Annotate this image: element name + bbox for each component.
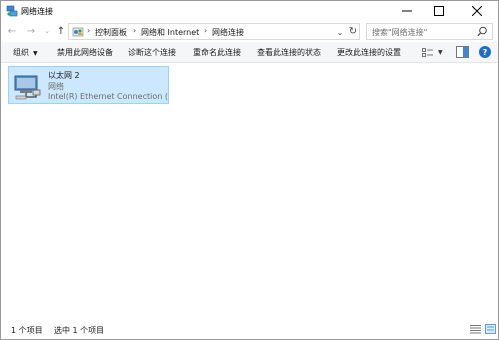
title-bar[interactable]: 网络连接 <box>1 1 498 21</box>
ethernet-adapter-icon <box>14 75 41 100</box>
chevron-down-icon: ⌄ <box>44 27 50 35</box>
search-placeholder: 搜索"网络连接" <box>372 28 428 37</box>
view-options-icon <box>422 47 433 57</box>
up-button[interactable]: ↑ <box>55 24 67 38</box>
connection-adapter: Intel(R) Ethernet Connection (7... <box>48 92 168 101</box>
list-item[interactable]: 以太网 2 网络 Intel(R) Ethernet Connection (7… <box>8 66 169 104</box>
help-icon: ? <box>482 47 488 57</box>
search-icon <box>477 26 487 37</box>
close-button[interactable] <box>456 1 498 21</box>
arrow-up-icon: ↑ <box>56 25 66 37</box>
breadcrumb-network-connections[interactable]: 网络连接 <box>212 27 244 38</box>
help-button[interactable]: ? <box>479 46 491 58</box>
view-status-button[interactable]: 查看此连接的状态 <box>257 47 321 58</box>
close-icon <box>472 6 482 16</box>
command-bar: 组织 ▼ 禁用此网络设备 诊断这个连接 重命名此连接 查看此连接的状态 更改此连接… <box>1 42 498 63</box>
back-button[interactable]: ← <box>6 24 18 38</box>
change-settings-button[interactable]: 更改此连接的设置 <box>337 47 401 58</box>
network-connections-icon <box>6 5 18 17</box>
diagnose-button[interactable]: 诊断这个连接 <box>128 47 176 58</box>
chevron-down-icon: ⌄ <box>336 27 344 37</box>
connection-status: 网络 <box>48 82 64 91</box>
selected-count: 选中 1 个项目 <box>54 326 105 335</box>
search-input[interactable]: 搜索"网络连接" <box>366 23 493 40</box>
breadcrumb-separator-icon: › <box>87 26 91 35</box>
breadcrumb-separator-icon: › <box>133 26 137 35</box>
rename-button[interactable]: 重命名此连接 <box>193 47 241 58</box>
minimize-button[interactable] <box>392 1 422 21</box>
file-list: 以太网 2 网络 Intel(R) Ethernet Connection (7… <box>1 63 498 319</box>
address-history-button[interactable]: ⌄ <box>335 26 345 38</box>
control-panel-icon <box>72 27 84 37</box>
breadcrumb-separator-icon: › <box>204 26 208 35</box>
arrow-left-icon: ← <box>7 25 17 37</box>
preview-pane-icon[interactable] <box>456 46 469 58</box>
dropdown-arrow-icon: ▼ <box>438 49 443 56</box>
item-count: 1 个项目 <box>11 326 43 335</box>
forward-button[interactable]: → <box>25 24 37 38</box>
connection-name: 以太网 2 <box>48 71 80 80</box>
large-icons-view-icon[interactable] <box>485 324 496 334</box>
maximize-icon <box>434 6 444 16</box>
arrow-right-icon: → <box>26 25 36 37</box>
breadcrumb-control-panel[interactable]: 控制面板 <box>95 27 127 38</box>
breadcrumb-network-internet[interactable]: 网络和 Internet <box>141 27 199 38</box>
refresh-button[interactable]: ↻ <box>347 25 359 38</box>
refresh-icon: ↻ <box>348 26 358 37</box>
minimize-icon <box>402 10 412 12</box>
status-bar: 1 个项目 选中 1 个项目 <box>1 319 498 339</box>
window-title: 网络连接 <box>21 7 53 16</box>
maximize-button[interactable] <box>424 1 454 21</box>
address-row: ← → ⌄ ↑ › 控制面板 › 网络和 Internet › 网络连接 ⌄ ↻… <box>1 21 498 42</box>
disable-device-button[interactable]: 禁用此网络设备 <box>57 47 113 58</box>
details-view-icon[interactable] <box>470 324 481 334</box>
change-view-button[interactable]: ▼ <box>422 46 444 59</box>
organize-button[interactable]: 组织 ▼ <box>13 47 38 58</box>
organize-label: 组织 <box>13 48 29 57</box>
dropdown-arrow-icon: ▼ <box>33 50 38 57</box>
explorer-window: 网络连接 ← → ⌄ ↑ › 控制面板 › 网络和 Internet › 网络连… <box>0 0 499 340</box>
recent-locations-button[interactable]: ⌄ <box>41 24 53 38</box>
address-bar[interactable]: › 控制面板 › 网络和 Internet › 网络连接 ⌄ ↻ <box>68 23 360 40</box>
